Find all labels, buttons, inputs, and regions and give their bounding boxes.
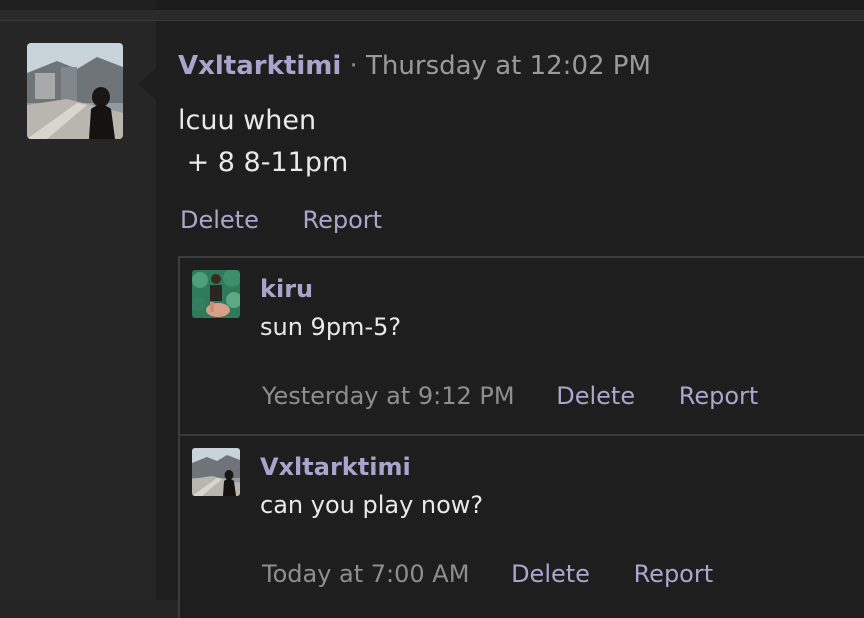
reply-timestamp[interactable]: Today at 7:00 AM: [262, 558, 469, 590]
post-author-name[interactable]: Vxltarktimi: [178, 51, 341, 81]
post-author-avatar[interactable]: [27, 43, 123, 139]
reply-delete-link[interactable]: Delete: [511, 558, 590, 590]
reply-report-link[interactable]: Report: [679, 380, 759, 412]
reply-author-name[interactable]: Vxltarktimi: [260, 450, 411, 484]
post-body-line: + 8 8-11pm: [178, 147, 349, 178]
reply-item: Vxltarktimi can you play now? Today at 7…: [180, 434, 864, 616]
post-timestamp[interactable]: Thursday at 12:02 PM: [366, 51, 651, 81]
post-pointer-arrow: [138, 68, 156, 100]
reply-author-name[interactable]: kiru: [260, 272, 313, 306]
replies-list: kiru sun 9pm-5? Yesterday at 9:12 PM Del…: [178, 256, 864, 618]
reply-author-avatar[interactable]: [192, 448, 240, 496]
top-separator: [0, 10, 864, 20]
top-bar: [0, 0, 864, 10]
reply-text: can you play now?: [260, 491, 484, 519]
post-body: lcuu when + 8 8-11pm: [178, 100, 838, 184]
reply-timestamp[interactable]: Yesterday at 9:12 PM: [262, 380, 515, 412]
top-bar-left: [0, 0, 155, 10]
reply-author-avatar[interactable]: [192, 270, 240, 318]
post-report-link[interactable]: Report: [303, 204, 383, 236]
post-header: Vxltarktimi · Thursday at 12:02 PM: [178, 48, 651, 84]
reply-delete-link[interactable]: Delete: [556, 380, 635, 412]
reply-actions: Today at 7:00 AM Delete Report: [262, 558, 713, 590]
reply-report-link[interactable]: Report: [634, 558, 714, 590]
reply-actions: Yesterday at 9:12 PM Delete Report: [262, 380, 758, 412]
post-actions: Delete Report: [180, 204, 382, 236]
reply-text: sun 9pm-5?: [260, 313, 402, 341]
header-separator: ·: [349, 51, 358, 81]
post-body-line: lcuu when: [178, 105, 317, 136]
post-delete-link[interactable]: Delete: [180, 204, 259, 236]
reply-item: kiru sun 9pm-5? Yesterday at 9:12 PM Del…: [180, 258, 864, 432]
